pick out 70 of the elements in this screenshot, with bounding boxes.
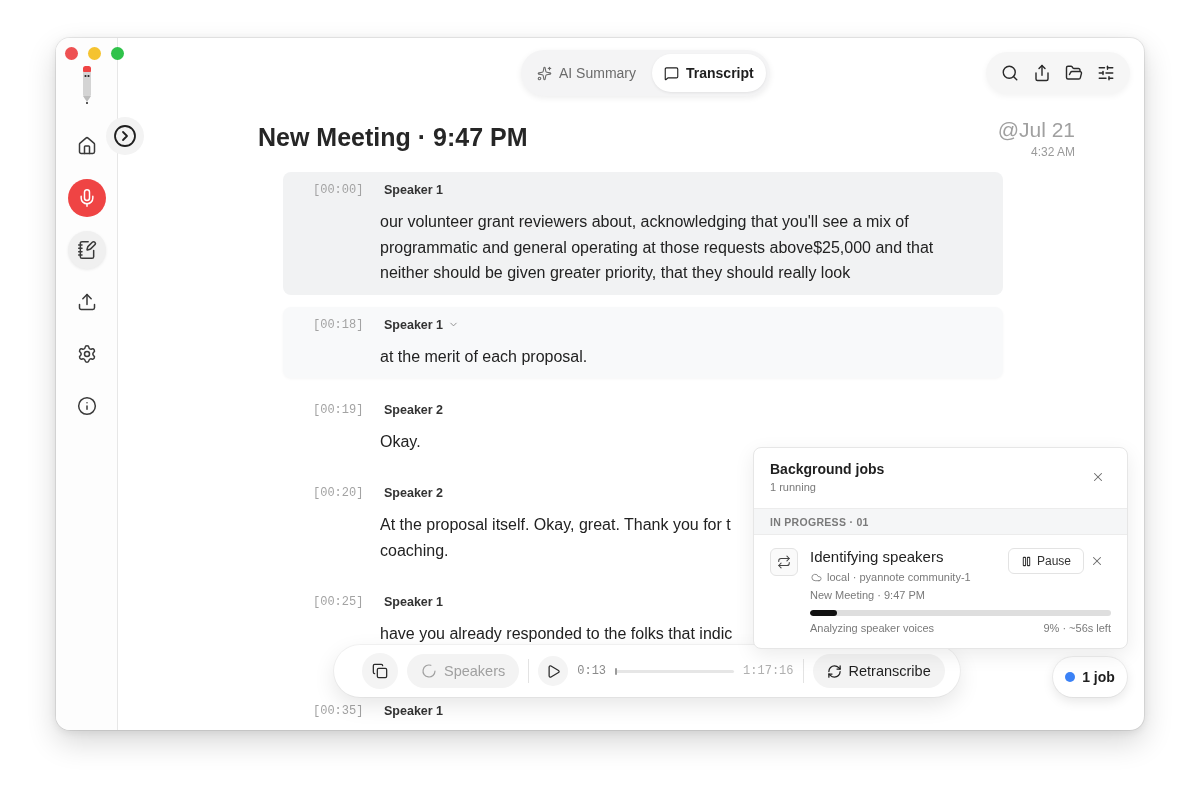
timestamp: [00:25] — [313, 593, 364, 610]
jobs-badge[interactable]: 1 job — [1053, 657, 1127, 697]
timestamp: [00:19] — [313, 402, 364, 418]
speaker-selector[interactable]: Speaker 2 — [380, 402, 448, 418]
timestamp: [00:20] — [313, 485, 364, 501]
meeting-title: New Meeting · 9:47 PM — [258, 122, 528, 152]
sliders-icon — [1097, 64, 1115, 82]
notes-button[interactable] — [67, 231, 106, 269]
speaker-selector[interactable]: Speaker 1 — [380, 593, 448, 610]
job-title: Identifying speakers — [810, 548, 945, 566]
pause-icon — [1020, 555, 1032, 567]
expand-button[interactable] — [106, 117, 144, 155]
retranscribe-button[interactable]: Retranscribe — [812, 654, 945, 688]
transcript-segment[interactable]: [00:18] Speaker 1 at the merit of each proposal. — [283, 306, 1003, 378]
close-icon — [1090, 554, 1104, 568]
speaker-selector[interactable]: Speaker 2 — [380, 485, 448, 501]
chevron-right-circle-icon — [113, 124, 137, 148]
home-icon — [76, 136, 97, 156]
transcript-text: have you already responded to the folks that indic — [380, 623, 733, 644]
pencil-mascot-icon — [80, 66, 93, 104]
search-icon — [1001, 64, 1019, 82]
job-meeting: New Meeting · 9:47 PM — [810, 588, 926, 602]
notebook-pen-icon — [76, 240, 97, 260]
record-button[interactable] — [67, 179, 106, 217]
folder-icon — [1065, 64, 1083, 82]
play-button[interactable] — [538, 656, 569, 686]
play-icon — [545, 663, 561, 679]
speaker-selector[interactable]: Speaker 1 — [380, 316, 464, 333]
speaker-selector[interactable]: Speaker 1 — [380, 703, 448, 719]
section-header: IN PROGRESS · 01 — [754, 508, 1127, 535]
transcript-segment[interactable]: [00:19] Speaker 2 Okay. — [283, 402, 448, 455]
timestamp: [00:18] — [313, 316, 364, 333]
transcript-text: At the proposal itself. Okay, great. Thank you for t coaching. — [380, 515, 731, 561]
speaker-selector[interactable]: Speaker 1 — [380, 182, 448, 198]
share-icon — [1033, 64, 1051, 82]
transcript-segment[interactable]: [00:25] Speaker 1 have you already responded to the folks that indic — [283, 593, 733, 646]
duration: 1:17:16 — [743, 664, 794, 678]
current-time: 0:13 — [577, 664, 607, 678]
timestamp: [00:00] — [313, 182, 364, 198]
settings-icon — [76, 344, 97, 364]
transcript-text: our volunteer grant reviewers about, acknowledging that you'll see a mix of programmatic and general operating at those requests above$25,000 and that neither should be given greater priority, that they should really look — [380, 212, 934, 283]
timestamp: [00:35] — [313, 703, 364, 719]
close-icon — [1091, 470, 1105, 484]
refresh-icon — [826, 663, 842, 679]
panel-title: Background jobs — [770, 460, 885, 478]
job-progress: 9% · ~56s left — [1043, 621, 1111, 635]
repeat-icon — [770, 548, 798, 576]
transcript-segment[interactable]: [00:35] Speaker 1 — [283, 703, 448, 719]
job-source: local · pyannote community-1 — [827, 570, 971, 584]
job-status: Analyzing speaker voices — [810, 621, 935, 635]
info-icon — [76, 396, 97, 416]
pause-button[interactable]: Pause — [1007, 548, 1084, 574]
loader-icon — [421, 663, 437, 679]
transcript-text: Okay. — [380, 432, 421, 452]
transcript-text: at the merit of each proposal. — [380, 346, 588, 367]
transcript-segment[interactable]: [00:20] Speaker 2 At the proposal itself. Okay, great. Thank you for t coaching. — [283, 485, 731, 563]
sparkle-icon — [537, 65, 552, 81]
cancel-button[interactable] — [1090, 554, 1104, 568]
copy-icon — [372, 663, 388, 679]
cloud-icon — [811, 571, 822, 583]
seek-thumb[interactable] — [615, 667, 618, 675]
upload-icon — [76, 292, 97, 312]
meeting-time: 4:32 AM — [1030, 145, 1075, 159]
close-button[interactable] — [1091, 470, 1105, 484]
meeting-date: @Jul 21 — [997, 118, 1075, 142]
status-dot-icon — [1065, 672, 1076, 682]
tab[interactable]: AI Summary — [525, 54, 648, 92]
panel-subtitle: 1 running — [770, 480, 817, 494]
tab[interactable]: Transcript — [652, 54, 766, 92]
copy-button[interactable] — [362, 653, 398, 689]
